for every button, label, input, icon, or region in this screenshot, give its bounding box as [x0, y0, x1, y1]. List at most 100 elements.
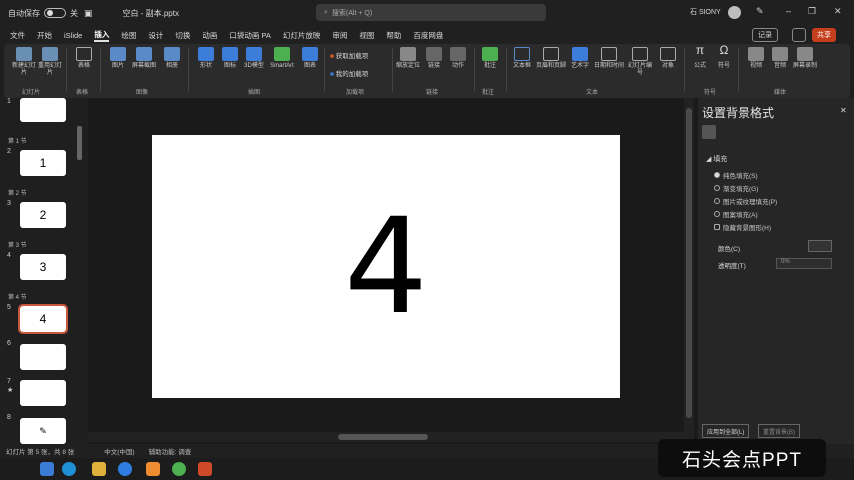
- shapes-button[interactable]: 形状: [194, 47, 218, 70]
- my-addins-button[interactable]: ■ 我的加载项: [330, 68, 368, 78]
- fill-bucket-icon[interactable]: [702, 125, 716, 139]
- tab-help[interactable]: 帮助: [386, 30, 401, 41]
- get-addins-button[interactable]: ■ 获取加载项: [330, 50, 368, 60]
- textbox-button[interactable]: 文本框: [510, 47, 534, 70]
- fill-section-header[interactable]: ◢ 填充: [706, 154, 727, 164]
- screen-recording-button[interactable]: 屏幕录制: [792, 47, 818, 70]
- tab-draw[interactable]: 绘图: [121, 30, 136, 41]
- record-label: 记录: [758, 32, 772, 39]
- app-icon[interactable]: [146, 462, 160, 476]
- slide-thumb-4[interactable]: 3: [20, 254, 66, 280]
- language-status[interactable]: 中文(中国): [104, 446, 134, 456]
- color-picker-button[interactable]: [808, 240, 832, 252]
- date-time-button[interactable]: 日期和时间: [594, 47, 624, 70]
- header-footer-button[interactable]: 页眉和页脚: [536, 47, 566, 70]
- app-icon[interactable]: [172, 462, 186, 476]
- transparency-input[interactable]: 0%: [776, 258, 832, 269]
- tab-home[interactable]: 开始: [37, 30, 52, 41]
- powerpoint-icon[interactable]: [198, 462, 212, 476]
- screenshot-button[interactable]: 屏幕截图: [132, 47, 156, 70]
- folder-icon[interactable]: [92, 462, 106, 476]
- edge-icon[interactable]: [62, 462, 76, 476]
- tab-design[interactable]: 设计: [148, 30, 163, 41]
- tab-animations[interactable]: 动画: [202, 30, 217, 41]
- record-button[interactable]: 记录: [752, 28, 778, 42]
- object-button[interactable]: 对象: [656, 47, 680, 70]
- slide-thumb-6[interactable]: [20, 344, 66, 370]
- radio-gradient-fill[interactable]: 渐变填充(G): [714, 183, 758, 193]
- section-label[interactable]: 第 1 节: [8, 136, 27, 145]
- video-button[interactable]: 视频: [744, 47, 768, 70]
- tab-view[interactable]: 视图: [359, 30, 374, 41]
- thumbnails-scrollbar[interactable]: [77, 126, 82, 160]
- avatar[interactable]: [728, 6, 741, 19]
- horizontal-scroll-thumb[interactable]: [338, 434, 428, 440]
- minimize-icon[interactable]: –: [786, 6, 791, 16]
- section-label[interactable]: 第 2 节: [8, 188, 27, 197]
- tab-file[interactable]: 文件: [10, 30, 25, 41]
- user-name[interactable]: 石 SIONY: [690, 7, 721, 17]
- slide-thumb-2[interactable]: 1: [20, 150, 66, 176]
- tab-baidu[interactable]: 百度网盘: [413, 30, 443, 41]
- slide-thumb-5[interactable]: 4: [18, 304, 68, 334]
- share-button[interactable]: 共享: [812, 28, 836, 42]
- tab-insert[interactable]: 插入: [94, 29, 110, 42]
- album-button[interactable]: 相册: [160, 47, 184, 70]
- slide-number-text[interactable]: 4: [344, 201, 428, 333]
- app-icon[interactable]: [118, 462, 132, 476]
- section-label[interactable]: 第 4 节: [8, 292, 27, 301]
- link-button[interactable]: 链接: [422, 47, 446, 70]
- autosave[interactable]: 自动保存 关: [8, 8, 78, 19]
- restore-icon[interactable]: ❐: [808, 6, 816, 17]
- group-label: 图像: [136, 90, 149, 96]
- slide-thumb-7[interactable]: [20, 380, 66, 406]
- autosave-toggle[interactable]: [44, 8, 66, 18]
- radio-picture-fill[interactable]: 图片或纹理填充(P): [714, 196, 777, 206]
- document-title[interactable]: 空白 - 副本.pptx: [123, 8, 179, 19]
- checkbox-hide-background[interactable]: 隐藏背景图形(H): [714, 222, 771, 232]
- slide-thumb-8[interactable]: ✎: [20, 418, 66, 444]
- new-slide-button[interactable]: 新建幻灯片: [12, 47, 36, 77]
- comment-button[interactable]: 批注: [478, 47, 502, 70]
- 3d-models-button[interactable]: 3D模型: [242, 47, 266, 70]
- start-icon[interactable]: [40, 462, 54, 476]
- slide-canvas[interactable]: 4: [152, 135, 620, 398]
- icons-button[interactable]: 图标: [218, 47, 242, 70]
- video-icon: [748, 47, 764, 61]
- vertical-scroll-thumb[interactable]: [686, 108, 692, 418]
- pen-icon[interactable]: ✎: [756, 6, 764, 17]
- close-icon[interactable]: ✕: [840, 106, 847, 115]
- label: 幻灯片编号: [627, 63, 652, 76]
- audio-button[interactable]: 音频: [768, 47, 792, 70]
- tab-slideshow[interactable]: 幻灯片放映: [283, 30, 321, 41]
- camera-button[interactable]: [792, 28, 806, 42]
- pictures-button[interactable]: 图片: [106, 47, 130, 70]
- reset-background-button[interactable]: 重置背景(B): [758, 424, 800, 438]
- horizontal-scrollbar[interactable]: [88, 432, 684, 442]
- radio-solid-fill[interactable]: 纯色填充(S): [714, 170, 758, 180]
- tab-islide[interactable]: iSlide: [64, 31, 82, 40]
- zoom-button[interactable]: 缩放定位: [396, 47, 420, 70]
- slide-thumb-3[interactable]: 2: [20, 202, 66, 228]
- action-button[interactable]: 动作: [446, 47, 470, 70]
- tab-review[interactable]: 审阅: [332, 30, 347, 41]
- tab-pocket-animation[interactable]: 口袋动画 PA: [229, 30, 271, 41]
- search-box[interactable]: ⌕ 搜索(Alt + Q): [316, 4, 546, 21]
- reuse-slides-button[interactable]: 重用幻灯片: [38, 47, 62, 77]
- radio-pattern-fill[interactable]: 图案填充(A): [714, 209, 758, 219]
- slide-number-button[interactable]: 幻灯片编号: [626, 47, 654, 77]
- chart-button[interactable]: 图表: [298, 47, 322, 70]
- accessibility-status[interactable]: 辅助功能: 调查: [149, 446, 192, 456]
- smartart-button[interactable]: SmartArt: [268, 47, 296, 70]
- tab-transitions[interactable]: 切换: [175, 30, 190, 41]
- transparency-label: 透明度(T): [718, 263, 746, 270]
- section-label[interactable]: 第 3 节: [8, 240, 27, 249]
- wordart-button[interactable]: 艺术字: [568, 47, 592, 70]
- apply-all-button[interactable]: 应用到全部(L): [702, 424, 750, 438]
- equation-button[interactable]: π 公式: [688, 44, 712, 70]
- symbol-button[interactable]: Ω 符号: [712, 44, 736, 70]
- close-icon[interactable]: ✕: [834, 6, 842, 17]
- slide-thumb-1[interactable]: [20, 98, 66, 122]
- table-button[interactable]: 表格: [72, 47, 96, 70]
- save-icon[interactable]: ▣: [84, 8, 93, 19]
